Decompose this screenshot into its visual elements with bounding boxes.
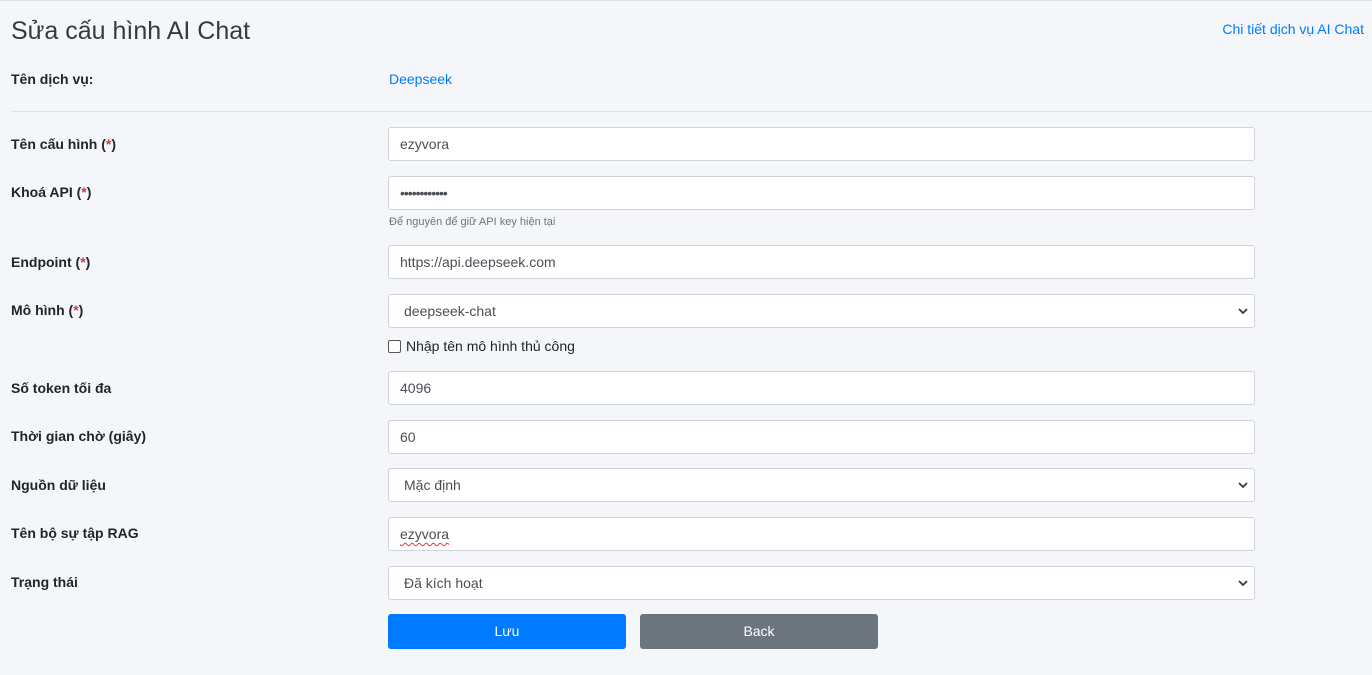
- edit-ai-chat-config-page: Sửa cấu hình AI Chat Chi tiết dịch vụ AI…: [0, 0, 1372, 675]
- endpoint-value: https://api.deepseek.com: [400, 254, 556, 270]
- endpoint-label-text: Endpoint: [11, 254, 72, 270]
- rag-collection-label: Tên bộ sự tập RAG: [11, 525, 139, 541]
- rag-collection-value: ezyvora: [400, 526, 450, 542]
- service-name-link[interactable]: Deepseek: [389, 70, 452, 88]
- timeout-input[interactable]: 60: [388, 420, 1255, 454]
- status-select[interactable]: Đã kích hoạt: [388, 566, 1255, 600]
- endpoint-label: Endpoint (*): [11, 254, 91, 270]
- manual-model-checkbox[interactable]: [388, 339, 401, 353]
- required-mark: *: [105, 136, 112, 152]
- save-button[interactable]: Lưu: [388, 614, 626, 649]
- max-tokens-input[interactable]: 4096: [388, 371, 1255, 405]
- required-mark: *: [73, 302, 79, 318]
- model-label-text: Mô hình: [11, 302, 65, 318]
- config-name-input[interactable]: ezyvora: [388, 127, 1255, 161]
- section-divider: [11, 111, 1372, 112]
- chevron-down-icon: [1238, 469, 1248, 501]
- api-key-label-text: Khoá API: [11, 184, 73, 200]
- api-key-input[interactable]: ••••••••••••: [388, 176, 1255, 210]
- api-key-label: Khoá API (*): [11, 184, 92, 200]
- config-name-label: Tên cấu hình (*): [11, 136, 117, 152]
- manual-model-checkbox-label: Nhập tên mô hình thủ công: [406, 338, 575, 354]
- data-source-select[interactable]: Mặc định: [388, 468, 1255, 502]
- max-tokens-label: Số token tối đa: [11, 380, 112, 396]
- data-source-label: Nguồn dữ liệu: [11, 477, 106, 493]
- back-button[interactable]: Back: [640, 614, 878, 649]
- rag-collection-input[interactable]: ezyvora: [388, 517, 1255, 551]
- page-title: Sửa cấu hình AI Chat: [11, 17, 251, 45]
- timeout-label: Thời gian chờ (giây): [11, 428, 147, 444]
- manual-model-toggle[interactable]: Nhập tên mô hình thủ công: [388, 337, 575, 355]
- model-selected-value: deepseek-chat: [404, 303, 496, 319]
- model-label: Mô hình (*): [11, 302, 84, 318]
- required-mark: *: [80, 254, 86, 270]
- config-name-label-text: Tên cấu hình: [11, 136, 98, 152]
- api-key-help-text: Để nguyên để giữ API key hiện tại: [389, 216, 556, 228]
- status-selected-value: Đã kích hoạt: [404, 575, 483, 591]
- chevron-down-icon: [1238, 567, 1248, 599]
- chevron-down-icon: [1238, 295, 1248, 327]
- max-tokens-value: 4096: [400, 380, 432, 396]
- service-name-label: Tên dịch vụ:: [11, 71, 94, 87]
- config-name-value: ezyvora: [400, 136, 450, 152]
- ai-chat-service-detail-link[interactable]: Chi tiết dịch vụ AI Chat: [1222, 20, 1364, 38]
- endpoint-input[interactable]: https://api.deepseek.com: [388, 245, 1255, 279]
- timeout-value: 60: [400, 429, 416, 445]
- api-key-value: ••••••••••••: [400, 185, 448, 201]
- status-label: Trạng thái: [11, 574, 78, 590]
- data-source-selected-value: Mặc định: [404, 477, 461, 493]
- required-mark: *: [81, 184, 87, 200]
- model-select[interactable]: deepseek-chat: [388, 294, 1255, 328]
